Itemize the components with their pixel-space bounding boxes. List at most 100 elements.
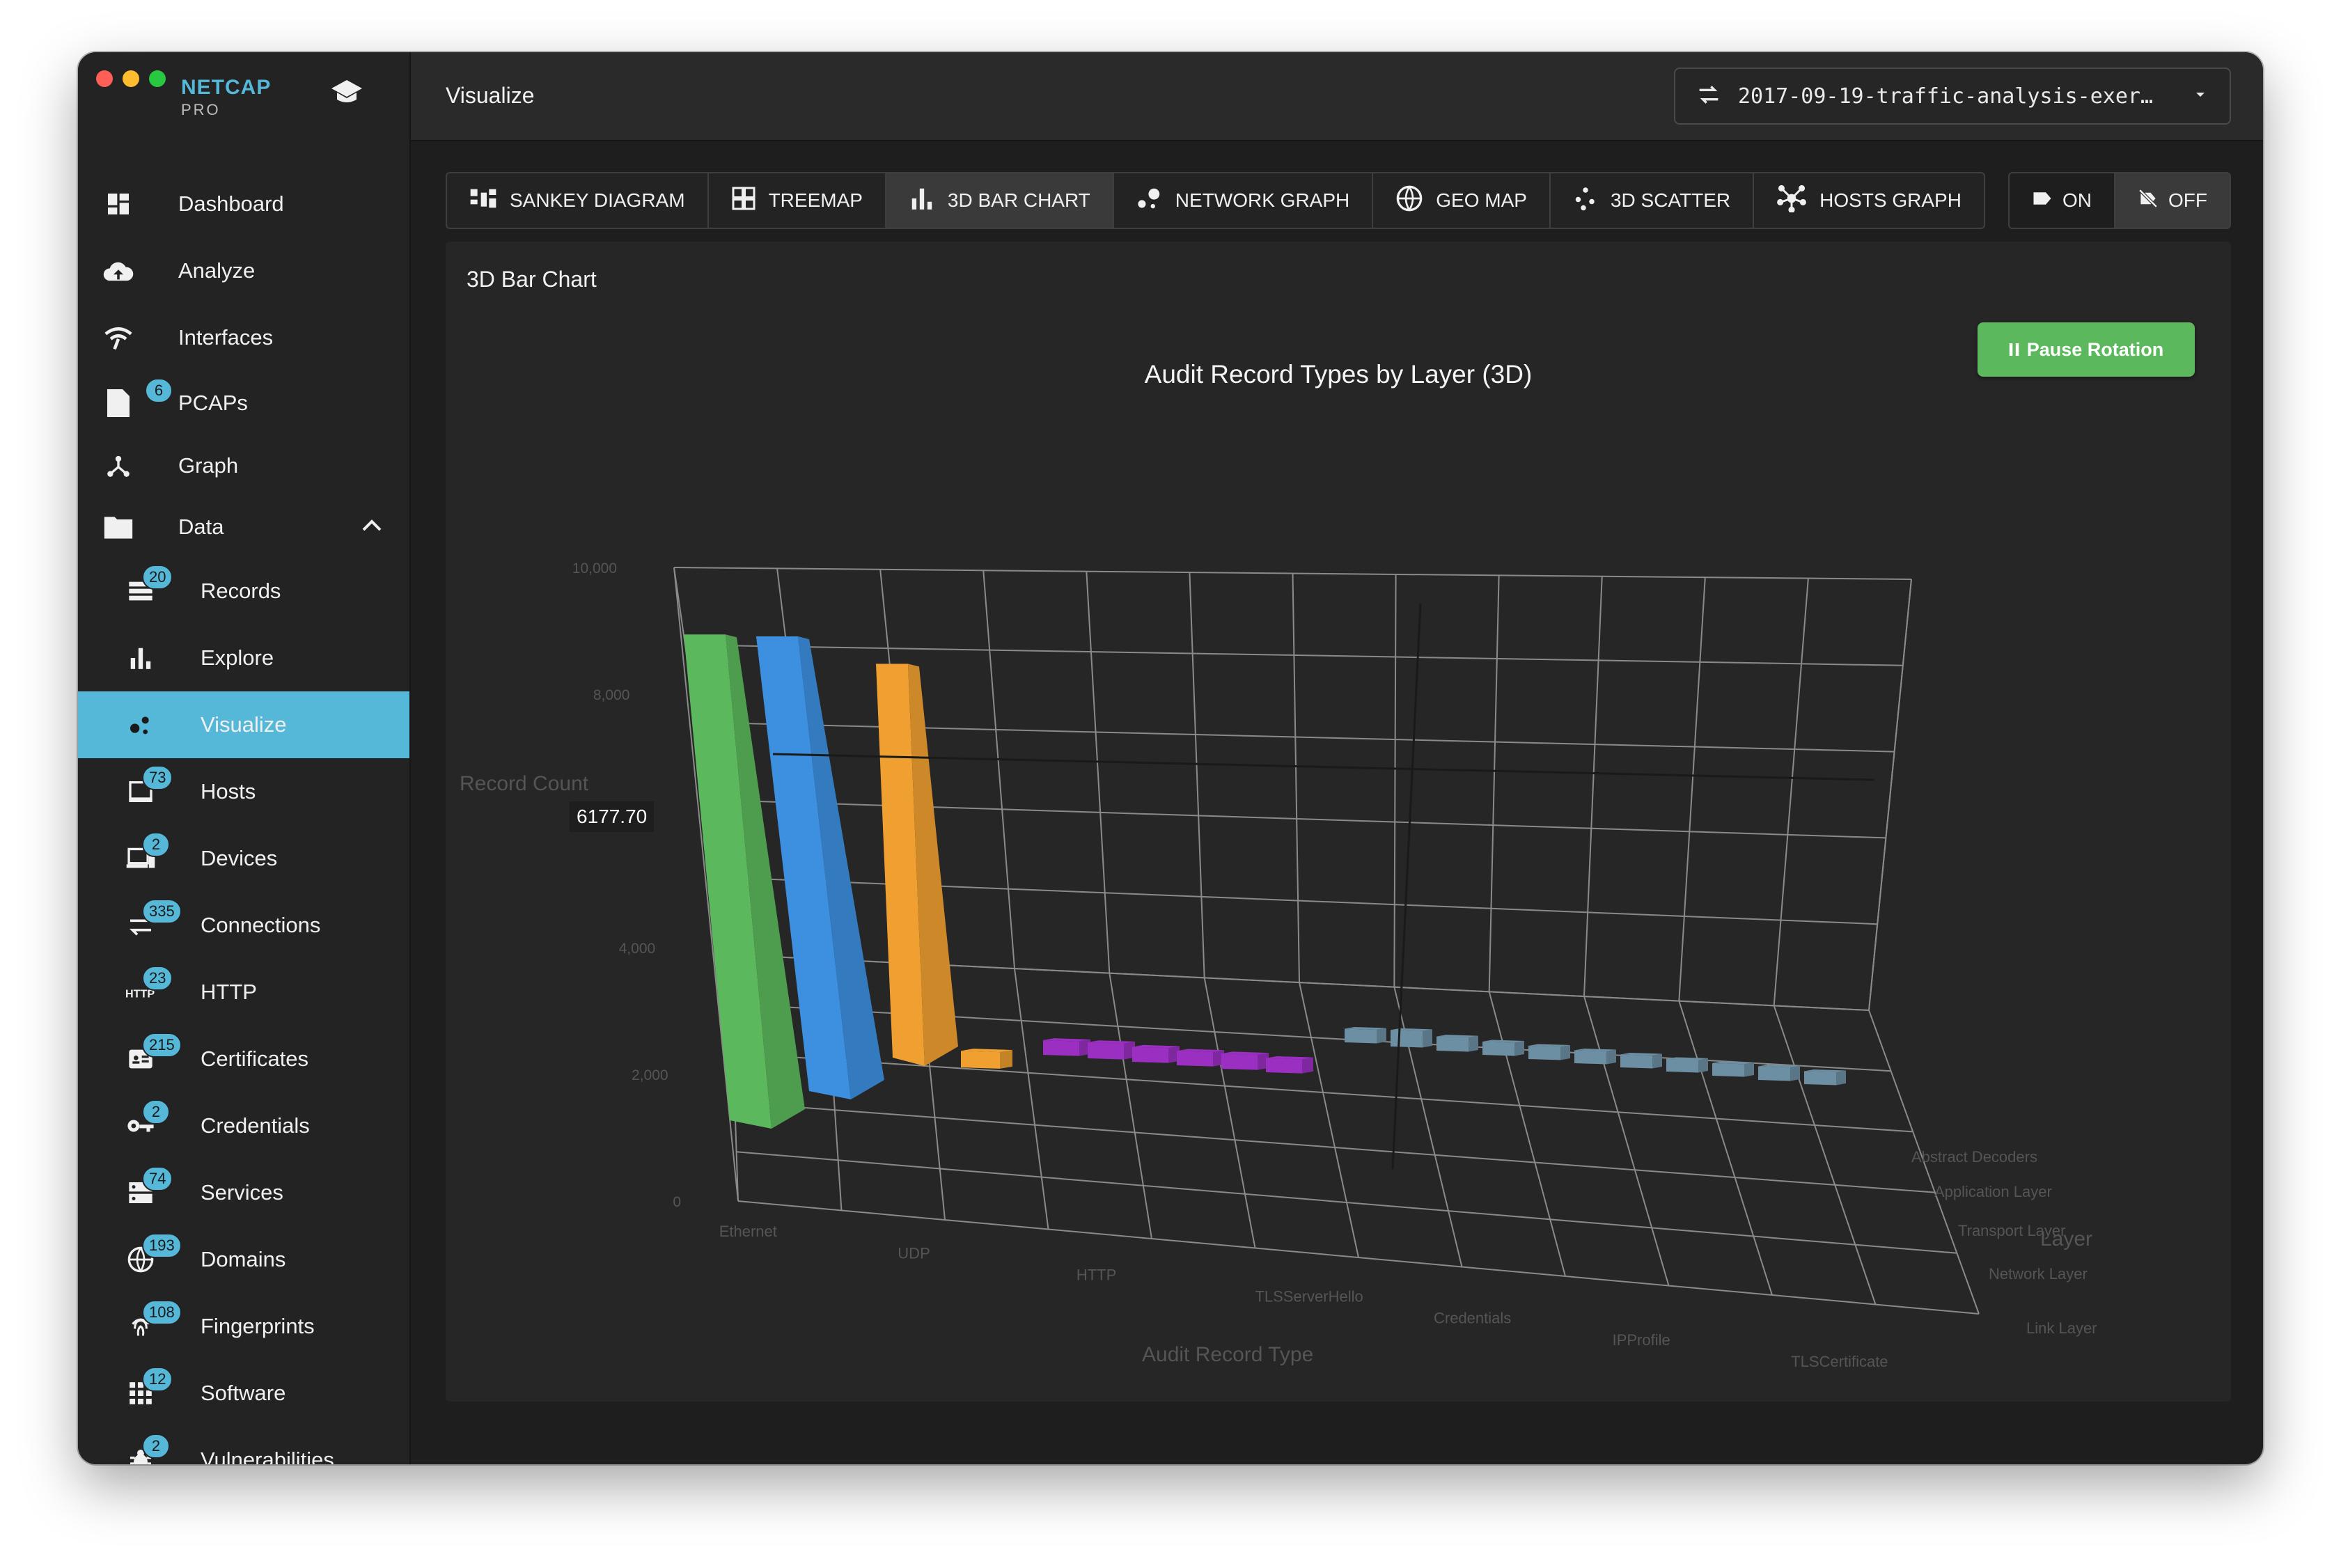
- sidebar-item-visualize[interactable]: Visualize: [78, 691, 409, 758]
- sidebar-item-records[interactable]: 20 Records: [78, 558, 409, 625]
- bar-application-layer-3[interactable]: [1177, 1049, 1224, 1067]
- bar-application-layer-1[interactable]: [1088, 1040, 1135, 1060]
- toggle-on-button[interactable]: ON: [2010, 173, 2114, 228]
- treemap-icon: [731, 186, 756, 216]
- sidebar-item-label: Analyze: [178, 258, 256, 283]
- bar-chart-icon: [909, 185, 935, 217]
- sidebar-item-explore[interactable]: Explore: [78, 625, 409, 691]
- sidebar-item-data[interactable]: Data: [78, 496, 409, 558]
- bar-application-layer-0-face: [1043, 1040, 1079, 1056]
- bar-transport-layer-small[interactable]: [961, 1049, 1012, 1069]
- bar-abstract-decoders-10-side: [1836, 1070, 1846, 1085]
- floor-gridline: [1299, 982, 1359, 1258]
- tab-sankey-diagram[interactable]: SANKEY DIAGRAM: [447, 173, 709, 228]
- sidebar-item-label: Devices: [201, 846, 278, 870]
- maximize-window-button[interactable]: [149, 70, 166, 87]
- tab-geo-map[interactable]: GEO MAP: [1373, 173, 1551, 228]
- back-wall-gridline: [1773, 578, 1809, 1006]
- sidebar-item-label: Credentials: [201, 1113, 310, 1138]
- sidebar-item-http[interactable]: HTTP 23 HTTP: [78, 959, 409, 1026]
- sidebar-item-fingerprints[interactable]: 108 Fingerprints: [78, 1293, 409, 1360]
- pause-rotation-button[interactable]: Pause Rotation: [1978, 322, 2195, 377]
- x-tick-label: Credentials: [1434, 1310, 1511, 1327]
- tab-hosts-graph[interactable]: HOSTS GRAPH: [1754, 173, 1984, 228]
- sidebar-item-pcaps[interactable]: 6 PCAPs: [78, 371, 409, 435]
- bar-abstract-decoders-8[interactable]: [1712, 1061, 1754, 1077]
- bar-abstract-decoders-3[interactable]: [1482, 1040, 1524, 1056]
- sidebar-item-connections[interactable]: 335 Connections: [78, 892, 409, 959]
- sidebar-item-graph[interactable]: Graph: [78, 435, 409, 496]
- bar-abstract-decoders-2[interactable]: [1436, 1035, 1478, 1052]
- z-tick-label: Link Layer: [2026, 1319, 2097, 1337]
- tab-treemap[interactable]: TREEMAP: [709, 173, 886, 228]
- wifi-icon: [102, 321, 135, 354]
- chart-title: Audit Record Types by Layer (3D): [1144, 360, 1533, 389]
- count-badge: 215: [142, 1033, 182, 1058]
- right-wall-edge: [1868, 579, 1912, 1011]
- bar-application-layer-3-face: [1177, 1051, 1213, 1067]
- network-graph-icon: [1136, 186, 1163, 216]
- sidebar-item-label: PCAPs: [178, 391, 248, 415]
- bar-abstract-decoders-1[interactable]: [1391, 1028, 1432, 1048]
- bar-abstract-decoders-4-face: [1528, 1045, 1560, 1060]
- sidebar-item-hosts[interactable]: 73 Hosts: [78, 758, 409, 825]
- bar-abstract-decoders-9-side: [1790, 1065, 1800, 1081]
- tab-3d-scatter[interactable]: 3D SCATTER: [1551, 173, 1755, 228]
- bar-application-layer-4-face: [1221, 1053, 1258, 1070]
- sidebar-item-interfaces[interactable]: Interfaces: [78, 304, 409, 371]
- count-badge: 23: [142, 966, 173, 991]
- sidebar-item-analyze[interactable]: Analyze: [78, 237, 409, 304]
- brand-name: NETCAP: [181, 76, 272, 99]
- tab-network-graph[interactable]: NETWORK GRAPH: [1114, 173, 1374, 228]
- tab-3d-bar-chart[interactable]: 3D BAR CHART: [886, 173, 1114, 228]
- graduation-cap-icon[interactable]: [330, 77, 363, 111]
- bar-abstract-decoders-7[interactable]: [1666, 1057, 1708, 1073]
- sidebar-item-dashboard[interactable]: Dashboard: [78, 171, 409, 237]
- 3d-bar-chart[interactable]: 02,0004,0006,0008,00010,000Record CountE…: [446, 242, 2231, 1402]
- sidebar-item-credentials[interactable]: 2 Credentials: [78, 1092, 409, 1159]
- z-axis-label: Layer: [2040, 1228, 2092, 1251]
- app-window: NETCAP PRO Dashboard Analyze Interfaces 6 PC…: [78, 52, 2263, 1464]
- close-window-button[interactable]: [96, 70, 113, 87]
- floor-gridline: [735, 1101, 1935, 1193]
- bar-abstract-decoders-9-face: [1758, 1066, 1790, 1081]
- bar-abstract-decoders-4[interactable]: [1528, 1044, 1570, 1060]
- bar-abstract-decoders-10[interactable]: [1804, 1069, 1846, 1085]
- sankey-icon: [469, 187, 497, 215]
- floor-gridline: [1109, 973, 1152, 1239]
- dashboard-icon: [102, 187, 135, 221]
- sidebar-item-software[interactable]: 12 Software: [78, 1360, 409, 1427]
- bar-transport-layer-small-face: [961, 1051, 1000, 1069]
- tab-label: GEO MAP: [1436, 189, 1527, 211]
- visibility-toggle: ON OFF: [2008, 172, 2231, 229]
- sidebar-item-label: Hosts: [201, 779, 256, 803]
- chevron-up-icon[interactable]: [362, 519, 382, 536]
- tab-label: NETWORK GRAPH: [1175, 189, 1350, 211]
- bar-abstract-decoders-5[interactable]: [1574, 1048, 1616, 1065]
- bar-application-layer-0[interactable]: [1043, 1038, 1090, 1056]
- bar-application-layer-5[interactable]: [1266, 1056, 1313, 1074]
- sidebar-item-certificates[interactable]: 215 Certificates: [78, 1026, 409, 1092]
- minimize-window-button[interactable]: [123, 70, 139, 87]
- sidebar-item-vulnerabilities[interactable]: 2 Vulnerabilities: [78, 1427, 409, 1464]
- bar-application-layer-2[interactable]: [1132, 1044, 1180, 1063]
- z-tick-label: Application Layer: [1934, 1183, 2052, 1200]
- bar-transport-layer-http[interactable]: [876, 664, 958, 1066]
- toggle-off-button[interactable]: OFF: [2114, 173, 2230, 228]
- bar-abstract-decoders-8-face: [1712, 1063, 1744, 1077]
- bar-abstract-decoders-6[interactable]: [1620, 1052, 1662, 1069]
- back-wall-gridline: [1086, 571, 1111, 973]
- brand-logo: NETCAP PRO: [181, 76, 271, 119]
- page-title: Visualize: [446, 83, 535, 108]
- sidebar-item-devices[interactable]: 2 Devices: [78, 825, 409, 892]
- top-bar: Visualize 2017-09-19-traffic-analysis-ex…: [411, 52, 2263, 141]
- bar-abstract-decoders-0[interactable]: [1345, 1027, 1386, 1044]
- sidebar-item-domains[interactable]: 193 Domains: [78, 1226, 409, 1293]
- sidebar-item-services[interactable]: 74 Services: [78, 1159, 409, 1226]
- x-tick-label: HTTP: [1076, 1266, 1116, 1283]
- bar-abstract-decoders-9[interactable]: [1758, 1065, 1800, 1081]
- z-tick-label: Abstract Decoders: [1911, 1148, 2037, 1166]
- bar-application-layer-4[interactable]: [1221, 1051, 1269, 1070]
- file-select[interactable]: 2017-09-19-traffic-analysis-exer…: [1674, 68, 2231, 125]
- count-badge: 108: [142, 1300, 182, 1325]
